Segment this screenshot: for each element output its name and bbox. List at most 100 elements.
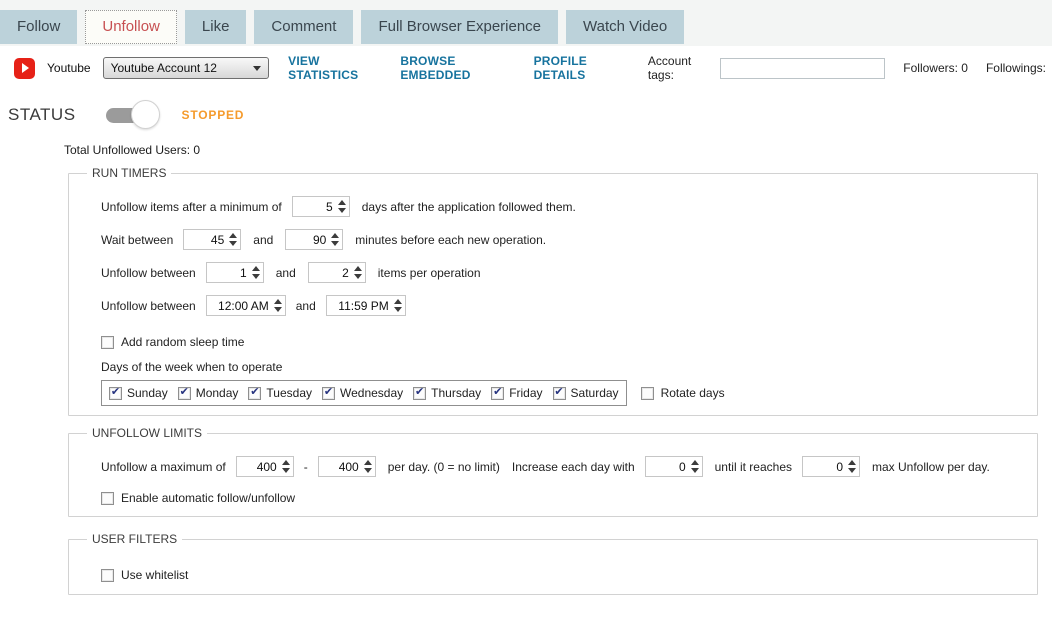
youtube-icon [14,57,35,79]
min-days-value: 5 [326,199,333,214]
rotate-days-label: Rotate days [660,386,725,400]
account-bar: Youtube Youtube Account 12 VIEW STATISTI… [14,54,1046,82]
until-spinner[interactable]: 0 [802,456,860,477]
tab-comment[interactable]: Comment [254,10,354,44]
day-saturday: Saturday [552,386,619,400]
tab-unfollow[interactable]: Unfollow [85,10,177,44]
day-monday-checkbox[interactable] [177,386,191,400]
spinner-arrows[interactable] [281,460,290,473]
tab-full-browser-experience[interactable]: Full Browser Experience [361,10,559,44]
user-filters-legend: USER FILTERS [92,532,178,546]
day-thursday-checkbox[interactable] [413,386,427,400]
day-wednesday-checkbox[interactable] [322,386,335,400]
account-tags-label: Account tags: [647,54,692,82]
max-dash-label: - [303,459,308,474]
day-friday: Friday [491,386,543,400]
day-thursday: Thursday [413,386,481,400]
run-timers-legend: RUN TIMERS [92,166,167,180]
items-min-spinner[interactable]: 1 [205,262,264,283]
max-mid-label: per day. (0 = no limit) [387,459,500,474]
max-prefix: Unfollow a maximum of [101,459,226,474]
day-friday-label: Friday [509,386,543,400]
enable-auto-follow-label: Enable automatic follow/unfollow [121,491,296,505]
until-value: 0 [836,459,843,474]
use-whitelist-label: Use whitelist [121,568,189,582]
user-filters-group: USER FILTERS Use whitelist [68,532,1038,595]
spinner-arrows[interactable] [251,266,260,279]
until-label: until it reaches [714,459,792,474]
use-whitelist-checkbox[interactable] [101,568,114,582]
items-max-spinner[interactable]: 2 [307,262,366,283]
view-statistics-link[interactable]: VIEW STATISTICS [288,54,381,82]
spinner-arrows[interactable] [393,299,402,312]
day-sunday-checkbox[interactable] [109,386,122,400]
day-tuesday-label: Tuesday [266,386,312,400]
hours-end-value: 11:59 PM [338,298,389,313]
tab-watch-video[interactable]: Watch Video [566,10,685,44]
hours-start-value: 12:00 AM [218,298,269,313]
days-of-week-title: Days of the week when to operate [101,360,283,374]
spinner-arrows[interactable] [229,233,238,246]
day-tuesday-checkbox[interactable] [248,386,262,400]
status-row: STATUS STOPPED [8,100,244,130]
wait-min-value: 45 [210,232,225,247]
account-select-value: Youtube Account 12 [110,61,217,75]
min-days-spinner[interactable]: 5 [291,196,350,217]
hours-start-spinner[interactable]: 12:00 AM [205,295,286,316]
max-min-spinner[interactable]: 400 [235,456,294,477]
day-sunday-label: Sunday [127,386,168,400]
spinner-arrows[interactable] [331,233,340,246]
platform-label: Youtube [47,61,91,75]
max-min-value: 400 [256,459,277,474]
tab-follow[interactable]: Follow [0,10,78,44]
spinner-arrows[interactable] [363,460,372,473]
tab-like[interactable]: Like [184,10,247,44]
spinner-arrows[interactable] [273,299,282,312]
hours-end-spinner[interactable]: 11:59 PM [325,295,406,316]
increase-label: Increase each day with [511,459,635,474]
spinner-arrows[interactable] [690,460,699,473]
max-max-value: 400 [338,459,359,474]
hours-prefix: Unfollow between [101,298,196,313]
unfollow-limits-group: UNFOLLOW LIMITS Unfollow a maximum of 40… [68,426,1038,517]
account-select[interactable]: Youtube Account 12 [102,57,270,79]
wait-and-label: and [253,232,274,247]
wait-max-spinner[interactable]: 90 [285,229,344,250]
day-saturday-label: Saturday [570,386,619,400]
unfollow-limits-legend: UNFOLLOW LIMITS [92,426,203,440]
spinner-arrows[interactable] [337,200,346,213]
tab-bar: Follow Unfollow Like Comment Full Browse… [0,0,1052,46]
chevron-down-icon [253,65,262,71]
rotate-days: Rotate days [640,386,725,400]
add-random-sleep-label: Add random sleep time [121,335,245,349]
items-prefix: Unfollow between [101,265,196,280]
items-suffix: items per operation [377,265,481,280]
add-random-sleep-checkbox[interactable] [101,335,114,349]
account-tags-input[interactable] [720,57,886,79]
browse-embedded-link[interactable]: BROWSE EMBEDDED [400,54,514,82]
profile-details-link[interactable]: PROFILE DETAILS [534,54,630,82]
day-friday-checkbox[interactable] [491,386,505,400]
day-tuesday: Tuesday [248,386,312,400]
increase-spinner[interactable]: 0 [644,456,703,477]
items-max-value: 2 [342,265,349,280]
spinner-arrows[interactable] [848,460,856,473]
status-toggle[interactable] [105,100,160,130]
increase-value: 0 [678,459,686,474]
spinner-arrows[interactable] [353,266,362,279]
rotate-days-checkbox[interactable] [640,386,654,400]
wait-prefix: Wait between [101,232,174,247]
status-label: STATUS [8,105,76,124]
day-monday: Monday [177,386,238,400]
wait-min-spinner[interactable]: 45 [183,229,242,250]
wait-suffix: minutes before each new operation. [355,232,547,247]
day-saturday-checkbox[interactable] [552,386,566,400]
hours-and-label: and [295,298,316,313]
followings-count: Followings: [985,61,1046,75]
max-max-spinner[interactable]: 400 [317,456,376,477]
status-state-badge: STOPPED [181,108,245,122]
followers-count: Followers: 0 [903,61,968,75]
enable-auto-follow-checkbox[interactable] [101,491,114,505]
min-days-suffix: days after the application followed them… [361,199,576,214]
day-wednesday: Wednesday [322,386,403,400]
